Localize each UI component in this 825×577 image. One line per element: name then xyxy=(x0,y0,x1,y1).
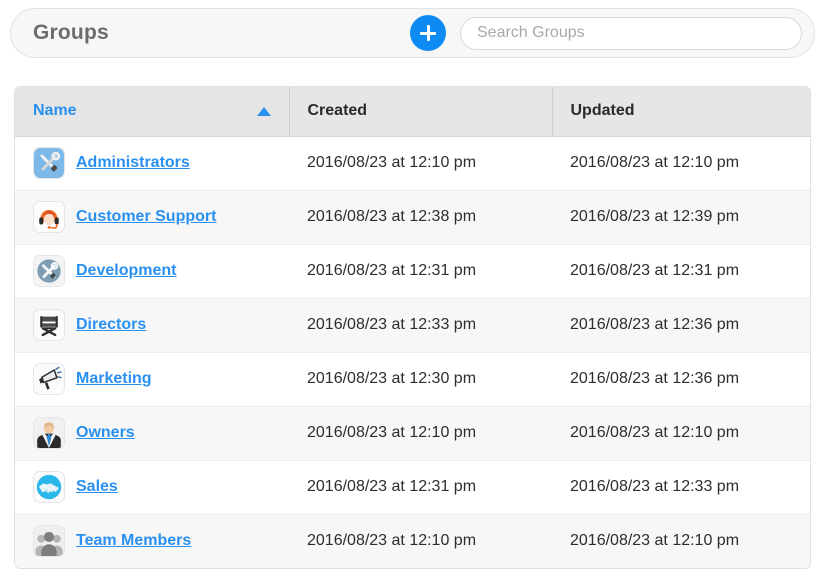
cell-created: 2016/08/23 at 12:10 pm xyxy=(289,405,552,460)
cell-name: Team Members xyxy=(15,513,289,568)
cell-created: 2016/08/23 at 12:33 pm xyxy=(289,297,552,352)
director-chair-icon xyxy=(33,309,65,341)
group-link[interactable]: Development xyxy=(76,262,176,280)
cell-created: 2016/08/23 at 12:10 pm xyxy=(307,154,477,171)
cell-updated: 2016/08/23 at 12:39 pm xyxy=(552,189,810,244)
column-header-updated[interactable]: Updated xyxy=(551,87,810,137)
group-link[interactable]: Sales xyxy=(76,478,118,496)
table-row[interactable]: Development 2016/08/23 at 12:31 pm 2016/08… xyxy=(15,243,810,298)
cell-updated: 2016/08/23 at 12:33 pm xyxy=(552,459,810,514)
group-link[interactable]: Owners xyxy=(76,424,135,442)
group-name-cell: Sales xyxy=(33,471,289,503)
cell-name: Marketing xyxy=(15,351,289,406)
table-header-row: Name Created Updated xyxy=(15,87,810,137)
group-link[interactable]: Customer Support xyxy=(76,208,216,226)
cell-created: 2016/08/23 at 12:30 pm xyxy=(289,351,552,406)
group-link[interactable]: Directors xyxy=(76,316,146,334)
cell-created: 2016/08/23 at 12:31 pm xyxy=(289,243,552,298)
table-row[interactable]: Administrators 2016/08/23 at 12:10 pm 2016… xyxy=(15,136,810,190)
group-link[interactable]: Team Members xyxy=(76,532,191,550)
cell-name: Owners xyxy=(15,405,289,460)
table-row[interactable]: Directors 2016/08/23 at 12:33 pm 2016/08/2… xyxy=(15,297,810,352)
table-row[interactable]: Team Members 2016/08/23 at 12:10 pm 2016/0… xyxy=(15,513,810,568)
group-name-cell: Owners xyxy=(33,417,289,449)
page-title: Groups xyxy=(33,21,109,44)
cell-updated: 2016/08/23 at 12:10 pm xyxy=(552,405,810,460)
cell-updated: 2016/08/23 at 12:10 pm xyxy=(570,154,740,171)
headset-support-agent-icon xyxy=(33,201,65,233)
column-header-name[interactable]: Name xyxy=(15,87,289,137)
group-link[interactable]: Administrators xyxy=(76,154,190,172)
tools-wrench-screwdriver-icon xyxy=(33,147,65,179)
cell-created: 2016/08/23 at 12:31 pm xyxy=(289,459,552,514)
group-name-cell: Administrators xyxy=(33,147,289,179)
cell-name: Customer Support xyxy=(15,189,289,244)
table-row[interactable]: Customer Support 2016/08/23 at 12:38 pm 20… xyxy=(15,189,810,244)
cell-created: 2016/08/23 at 12:10 pm xyxy=(289,513,552,568)
table-row[interactable]: Sales 2016/08/23 at 12:31 pm 2016/08/23 at… xyxy=(15,459,810,514)
tools-circle-icon xyxy=(33,255,65,287)
search-input[interactable] xyxy=(460,16,802,50)
megaphone-icon xyxy=(33,363,65,395)
group-name-cell: Development xyxy=(33,255,289,287)
add-group-button[interactable] xyxy=(410,15,446,51)
cell-updated: 2016/08/23 at 12:10 pm xyxy=(552,513,810,568)
column-header-created-label: Created xyxy=(307,102,368,120)
cell-name: Directors xyxy=(15,297,289,352)
businessman-suit-icon xyxy=(33,417,65,449)
cell-updated: 2016/08/23 at 12:31 pm xyxy=(552,243,810,298)
groups-table: Name Created Updated Administrators 2016… xyxy=(14,86,811,569)
column-header-created[interactable]: Created xyxy=(288,87,552,137)
table-row[interactable]: Marketing 2016/08/23 at 12:30 pm 2016/08/2… xyxy=(15,351,810,406)
group-name-cell: Marketing xyxy=(33,363,289,395)
group-link[interactable]: Marketing xyxy=(76,370,152,388)
table-body: Administrators 2016/08/23 at 12:10 pm 2016… xyxy=(15,136,810,568)
column-header-updated-label: Updated xyxy=(570,102,635,120)
group-name-cell: Customer Support xyxy=(33,201,289,233)
sort-ascending-icon xyxy=(256,106,271,116)
table-row[interactable]: Owners 2016/08/23 at 12:10 pm 2016/08/23 a… xyxy=(15,405,810,460)
cell-updated: 2016/08/23 at 12:36 pm xyxy=(552,351,810,406)
people-group-icon xyxy=(33,525,65,558)
group-name-cell: Directors xyxy=(33,309,289,341)
handshake-circle-icon xyxy=(33,471,65,503)
column-header-name-label: Name xyxy=(33,102,77,120)
cell-created: 2016/08/23 at 12:38 pm xyxy=(289,189,552,244)
groups-toolbar: Groups xyxy=(10,8,815,58)
cell-name: Development xyxy=(15,243,289,298)
group-name-cell: Team Members xyxy=(33,525,289,558)
cell-updated: 2016/08/23 at 12:36 pm xyxy=(552,297,810,352)
cell-name: Administrators xyxy=(15,136,289,190)
cell-name: Sales xyxy=(15,459,289,514)
